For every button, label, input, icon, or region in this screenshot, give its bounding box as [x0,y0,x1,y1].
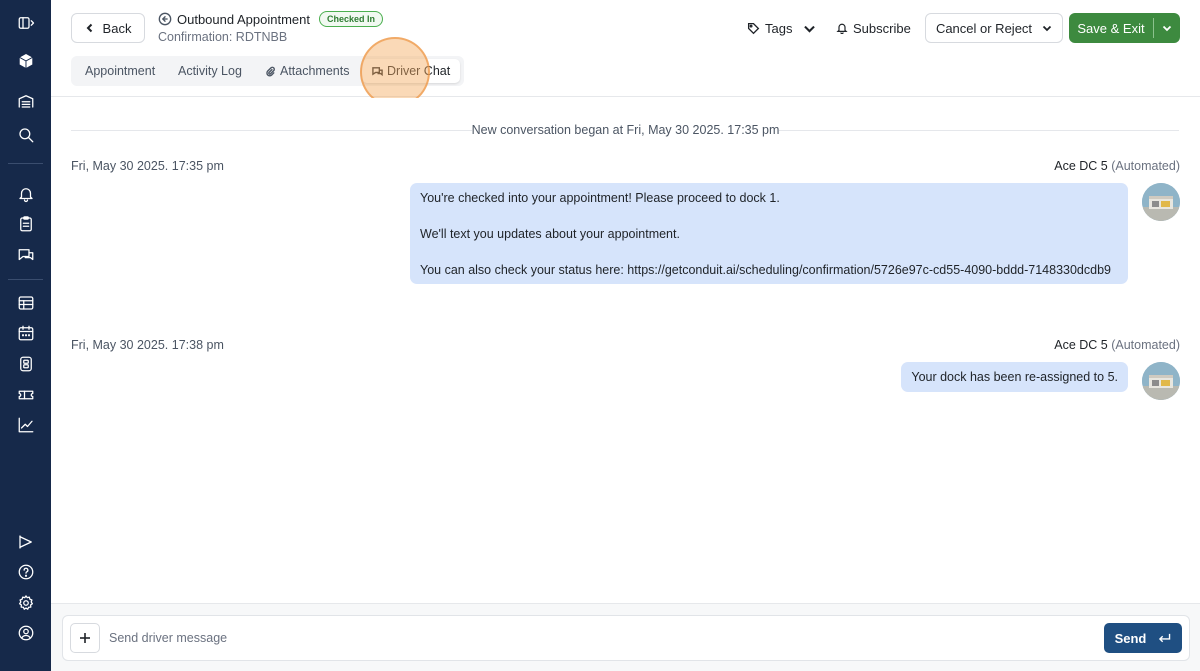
tab-appointment[interactable]: Appointment [85,56,155,86]
yard-icon[interactable] [13,353,39,375]
message-composer-area: Send [51,603,1200,671]
tags-label: Tags [765,20,793,36]
appointment-header: Back Outbound Appointment Checked In Con… [51,0,1200,107]
send-feedback-icon[interactable] [13,531,39,553]
cancel-label: Cancel or Reject [935,20,1033,36]
account-icon[interactable] [13,622,39,644]
message-line: You're checked into your appointment! Pl… [420,191,780,205]
message-line: We'll text you updates about your appoin… [420,227,680,241]
driver-chat-panel: New conversation began at Fri, May 30 20… [51,98,1200,603]
sender-avatar [1142,183,1180,221]
chevron-left-icon [86,23,92,33]
save-options-toggle[interactable] [1154,23,1180,33]
status-badge: Checked In [319,11,384,27]
message-timestamp: Fri, May 30 2025. 17:35 pm [71,159,224,173]
confirmation-number: Confirmation: RDTNBB [158,30,288,44]
chat-icon[interactable] [13,244,39,266]
plus-icon [80,633,90,643]
tab-attachments[interactable]: Attachments [265,56,349,86]
tab-label: Driver Chat [387,64,451,78]
calendar-icon[interactable] [13,322,39,344]
sender-name: Ace DC 5 [1054,338,1108,352]
sidebar-divider [8,279,43,280]
message-bubble: You're checked into your appointment! Pl… [410,183,1128,284]
sender-name: Ace DC 5 [1054,159,1108,173]
sidebar [0,0,51,671]
bell-icon[interactable] [13,183,39,205]
back-label: Back [102,20,132,36]
message-bubble: Your dock has been re-assigned to 5. [901,362,1128,392]
search-icon[interactable] [13,124,39,146]
appointment-tabs: Appointment Activity Log Attachments Dri… [71,56,464,86]
chevron-down-icon [804,25,816,33]
sender-tag: (Automated) [1111,159,1180,173]
ticket-icon[interactable] [13,384,39,406]
enter-key-icon [1159,633,1171,642]
tab-label: Activity Log [178,64,242,78]
clipboard-icon[interactable] [13,213,39,235]
help-icon[interactable] [13,561,39,583]
message-timestamp: Fri, May 30 2025. 17:38 pm [71,338,224,352]
back-button[interactable]: Back [71,13,145,43]
tab-label: Attachments [280,64,350,78]
warehouse-icon[interactable] [13,90,39,112]
paperclip-icon [266,66,275,76]
warehouse-avatar-icon [1142,362,1180,400]
cube-logo-icon[interactable] [13,50,39,72]
message-sender: Ace DC 5 (Automated) [1054,159,1180,173]
subscribe-label: Subscribe [853,20,911,36]
sidebar-toggle-icon[interactable] [13,12,39,34]
warehouse-avatar-icon [1142,183,1180,221]
settings-icon[interactable] [13,592,39,614]
tags-dropdown[interactable]: Tags [747,17,816,39]
tab-driver-chat[interactable]: Driver Chat [362,59,461,83]
tab-label: Appointment [85,64,156,78]
dock-list-icon[interactable] [13,292,39,314]
add-attachment-button[interactable] [70,623,100,653]
conversation-start-text: New conversation began at Fri, May 30 20… [471,123,780,137]
message-line: Your dock has been re-assigned to 5. [911,370,1118,384]
analytics-icon[interactable] [13,414,39,436]
conversation-start-label: New conversation began at Fri, May 30 20… [51,123,1200,137]
chevron-down-icon [1042,25,1052,32]
chat-icon [372,66,383,76]
bell-icon [836,23,848,34]
chevron-down-icon [1162,25,1172,32]
save-label: Save & Exit [1077,20,1145,36]
subscribe-button[interactable]: Subscribe [836,17,911,39]
sidebar-divider [8,163,43,164]
tab-activity-log[interactable]: Activity Log [178,56,242,86]
page-title: Outbound Appointment [177,11,310,27]
sender-tag: (Automated) [1111,338,1180,352]
message-sender: Ace DC 5 (Automated) [1054,338,1180,352]
appointment-title-row: Outbound Appointment Checked In [158,11,384,27]
cancel-or-reject-button[interactable]: Cancel or Reject [925,13,1063,43]
sender-avatar [1142,362,1180,400]
outbound-arrow-icon [158,12,172,26]
tag-icon [747,22,760,34]
send-button[interactable]: Send [1104,623,1182,653]
save-and-exit-button[interactable]: Save & Exit [1069,13,1180,43]
send-label: Send [1114,630,1147,646]
message-line[interactable]: You can also check your status here: htt… [420,261,1118,279]
driver-message-input[interactable] [109,624,1089,652]
message-composer: Send [62,615,1190,661]
